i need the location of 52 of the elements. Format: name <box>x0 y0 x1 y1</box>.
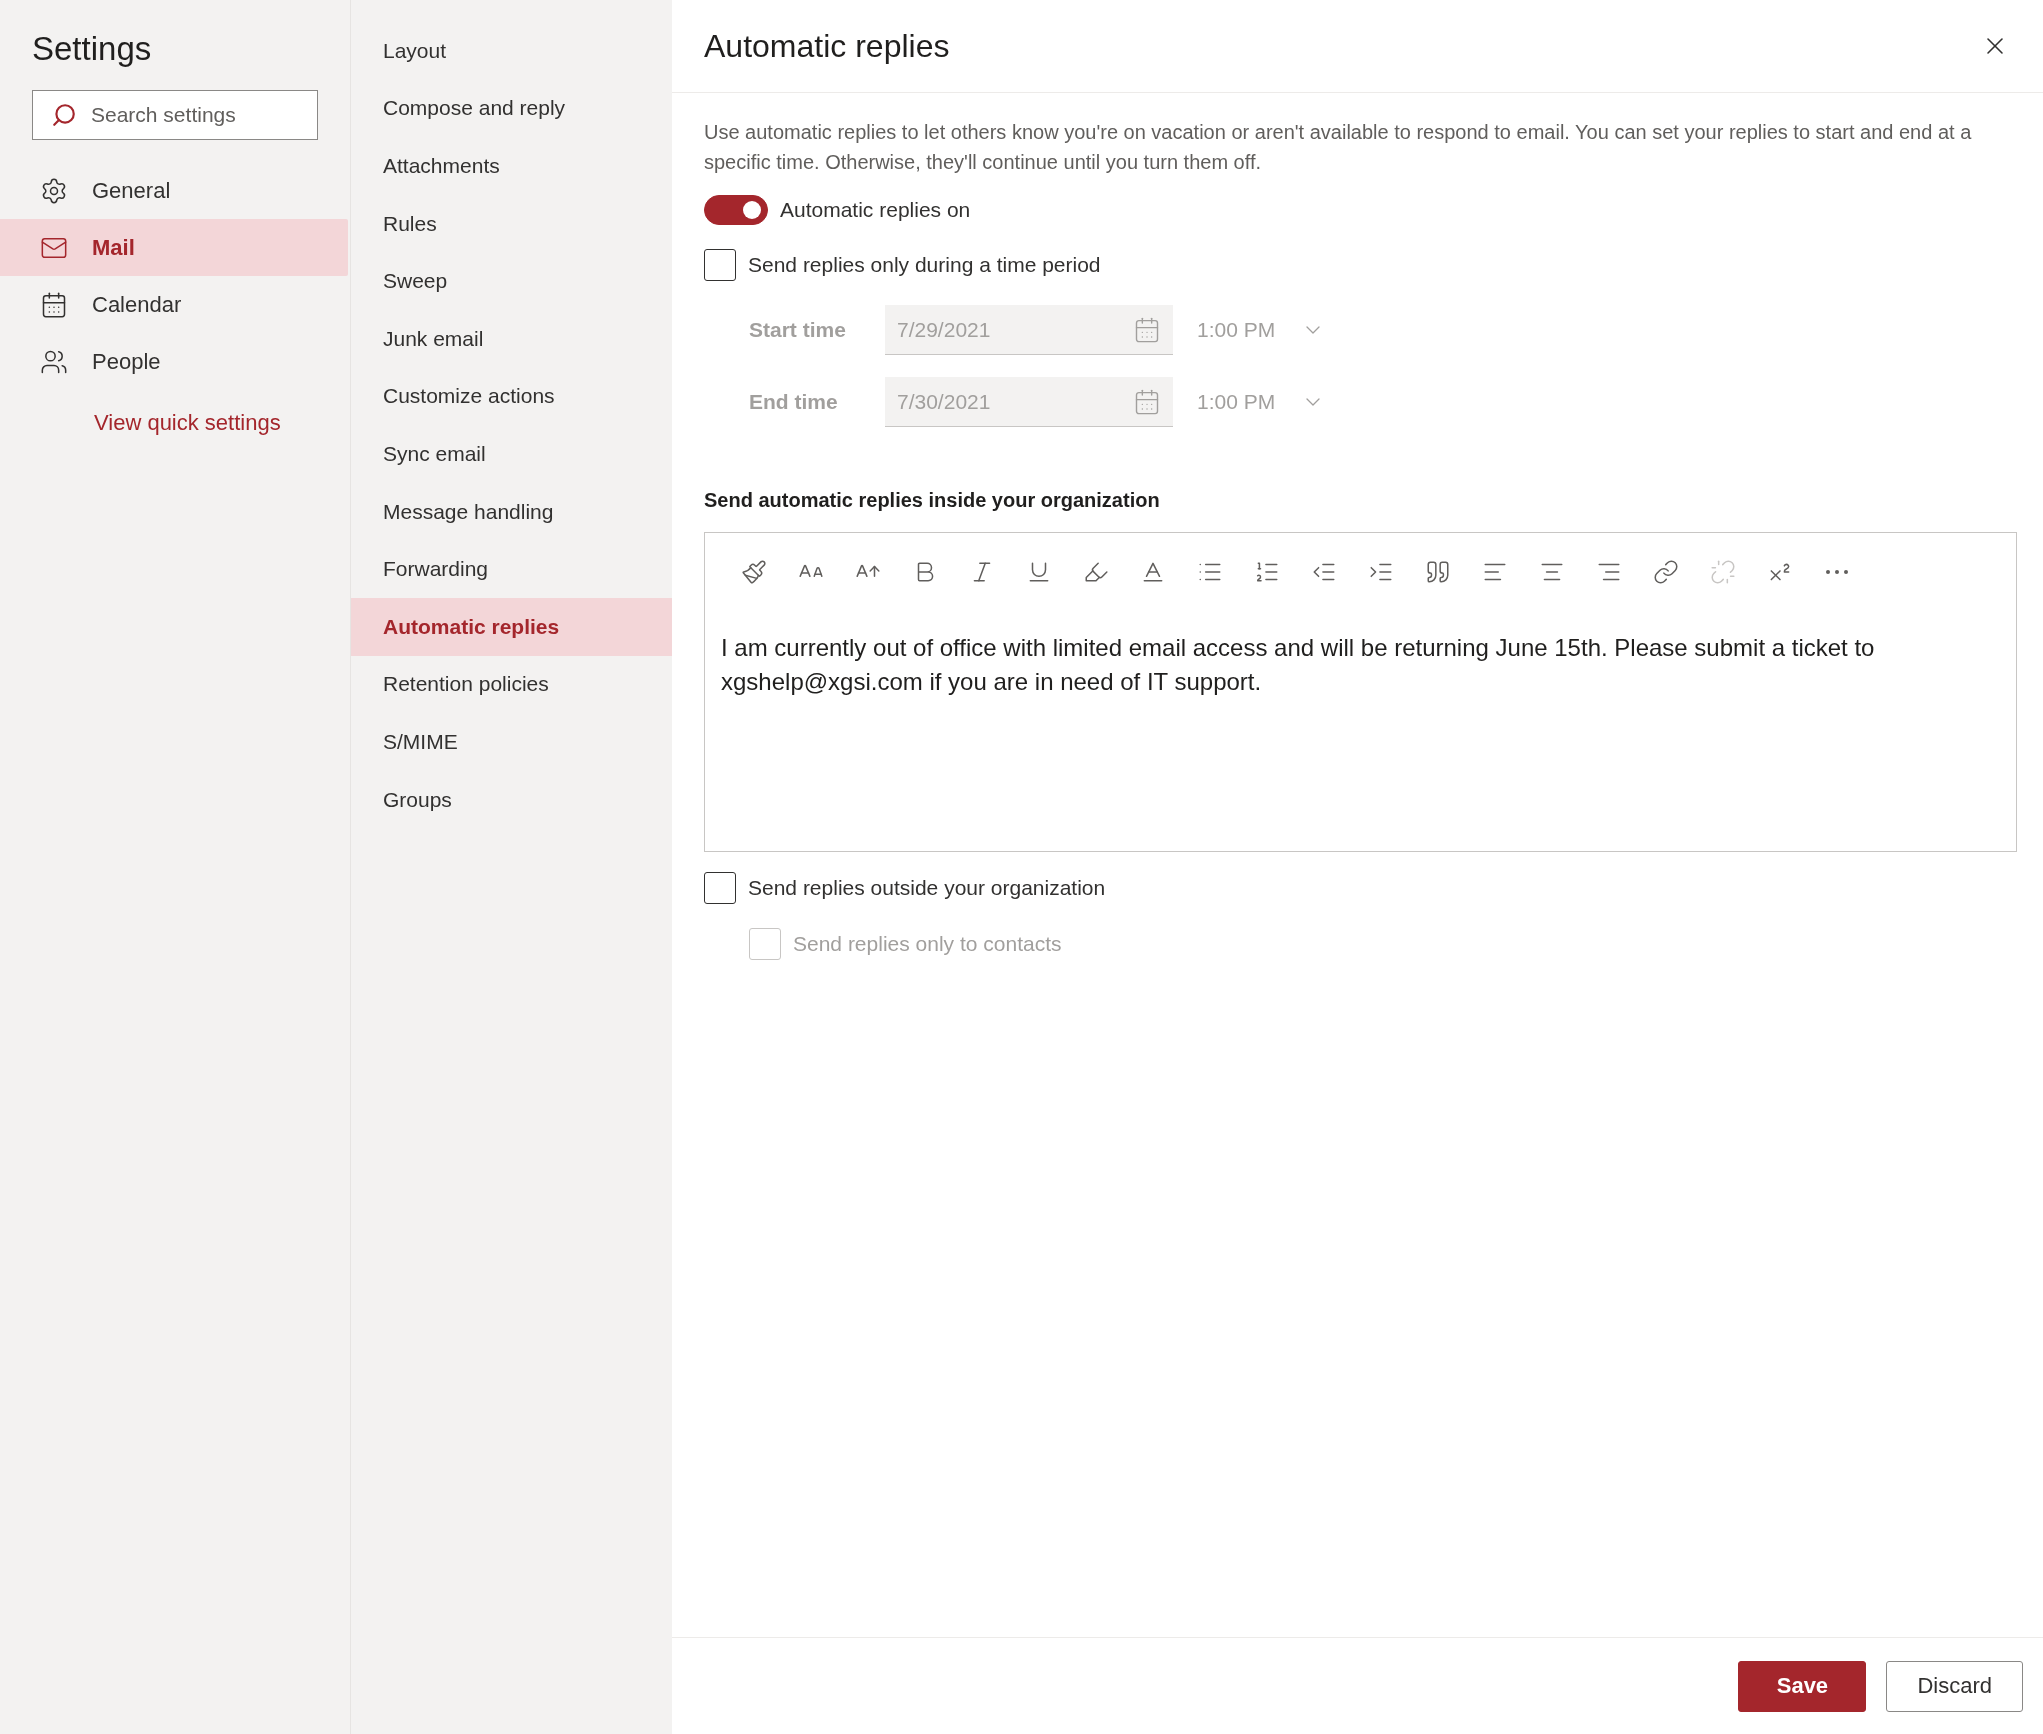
subnav-item[interactable]: Retention policies <box>351 655 672 714</box>
view-quick-settings-link[interactable]: View quick settings <box>94 410 281 436</box>
settings-title: Settings <box>32 30 153 68</box>
subnav-item[interactable]: Sweep <box>351 252 672 310</box>
panel-title: Automatic replies <box>704 27 950 65</box>
gear-icon <box>40 176 68 205</box>
search-input[interactable]: Search settings <box>89 102 299 128</box>
unlink-icon <box>1710 559 1736 585</box>
subnav-item[interactable]: Layout <box>351 22 672 80</box>
nav-item[interactable]: People <box>0 333 348 390</box>
toggle-label: Automatic replies on <box>780 198 971 222</box>
link-icon <box>1653 559 1679 585</box>
nav-item[interactable]: General <box>0 162 348 219</box>
subnav-item[interactable]: Junk email <box>351 309 672 368</box>
checkbox-label: Send replies only to contacts <box>793 932 1062 956</box>
message-text: I am currently out of office with limited email access and will be returning June 15th. Please submit a ticket to xgshelp@xgsi.com if you are in need of IT support. <box>720 633 1876 697</box>
calendar-icon <box>40 290 68 319</box>
nav-label: People <box>92 348 161 375</box>
search-field[interactable]: Search settings <box>32 90 318 140</box>
checkbox-label: Send replies outside your organization <box>748 876 1106 900</box>
quote-icon <box>1425 559 1451 585</box>
discard-button[interactable]: Discard <box>1886 1660 2023 1712</box>
subnav-item[interactable]: Message handling <box>351 482 672 541</box>
subnav-item[interactable]: Forwarding <box>351 540 672 598</box>
nav-label: Mail <box>92 234 135 261</box>
subnav-item[interactable]: Customize actions <box>351 367 672 426</box>
message-editor[interactable]: I am currently out of office with limited email access and will be returning June 15th. Please submit a ticket to xgshelp@xgsi.com if you are in need of IT support. <box>704 532 2017 852</box>
checkbox[interactable] <box>704 249 736 281</box>
subnav-item[interactable]: Automatic replies <box>351 597 672 656</box>
subnav-item[interactable]: Groups <box>351 770 672 829</box>
subnav-item[interactable]: Attachments <box>351 137 672 195</box>
save-button[interactable]: Save <box>1738 1660 1867 1712</box>
subnav-item[interactable]: S/MIME <box>351 713 672 771</box>
calendar-icon <box>1133 315 1161 344</box>
nav-item[interactable]: Calendar <box>0 276 348 333</box>
more-icon <box>1826 570 1848 574</box>
time-label: Start time <box>749 318 847 342</box>
section-heading: Send automatic replies inside your organization <box>704 489 1161 512</box>
nav-item[interactable]: Mail <box>0 219 348 276</box>
subnav-item[interactable]: Rules <box>351 194 672 253</box>
paintbrush-icon <box>741 559 767 585</box>
search-icon <box>51 102 77 128</box>
subnav-item[interactable]: Sync email <box>351 425 672 483</box>
toggle-switch[interactable] <box>704 195 768 225</box>
nav-label: Calendar <box>92 291 182 318</box>
checkbox-label: Send replies only during a time period <box>748 253 1101 277</box>
checkbox[interactable] <box>704 872 736 904</box>
subnav-item[interactable]: Compose and reply <box>351 79 672 138</box>
calendar-icon <box>1133 387 1161 416</box>
description-text: Use automatic replies to let others know you're on vacation or aren't available to respond to email. You can set your replies to start and end at a specific time. Otherwise, they'll continue until you turn them off. <box>704 120 1973 175</box>
nav-label: General <box>92 177 171 204</box>
time-label: End time <box>749 390 839 414</box>
